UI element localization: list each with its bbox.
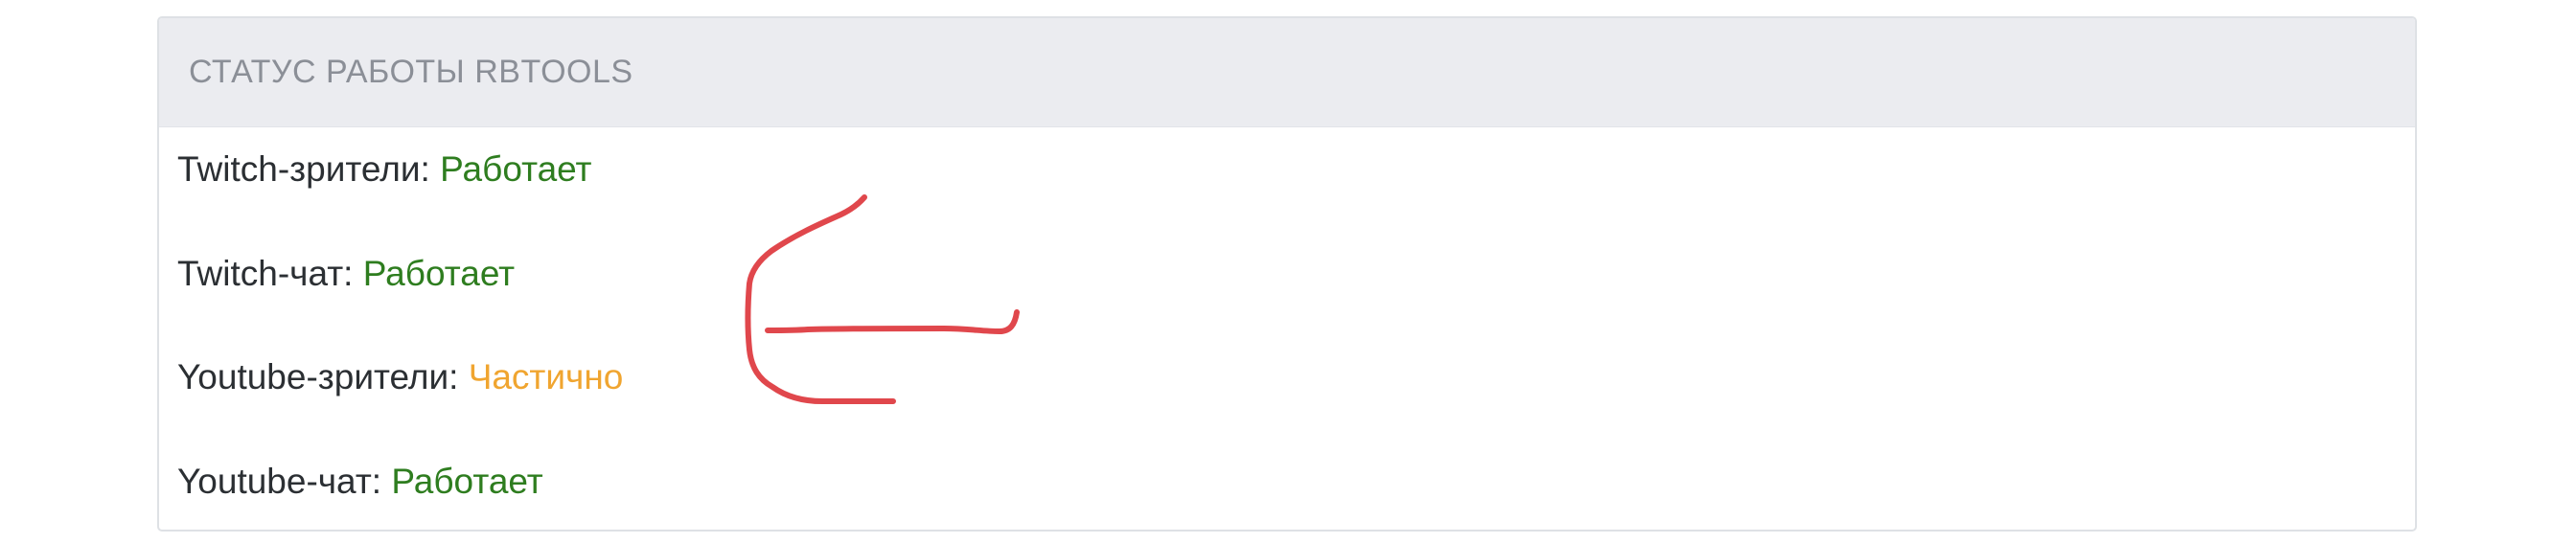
status-value: Работает bbox=[440, 149, 592, 189]
status-separator: : bbox=[343, 254, 354, 293]
status-separator: : bbox=[420, 149, 430, 189]
status-value: Работает bbox=[362, 254, 516, 293]
status-separator: : bbox=[371, 462, 382, 501]
status-label: Twitch-чат bbox=[177, 254, 344, 293]
status-label: Youtube-чат bbox=[177, 462, 372, 501]
status-label: Twitch-зрители bbox=[177, 149, 421, 189]
status-row-youtube-chat: Youtube-чат: Работает bbox=[177, 464, 543, 499]
status-value: Частично bbox=[468, 357, 624, 396]
status-label: Youtube-зрители bbox=[177, 357, 449, 396]
card-title: СТАТУС РАБОТЫ RBTOOLS bbox=[189, 54, 633, 90]
status-row-twitch-viewers: Twitch-зрители: Работает bbox=[177, 151, 591, 187]
status-row-youtube-viewers: Youtube-зрители: Частично bbox=[177, 359, 623, 395]
status-value: Работает bbox=[391, 462, 543, 501]
card-header: СТАТУС РАБОТЫ RBTOOLS bbox=[159, 18, 2415, 127]
status-separator: : bbox=[448, 357, 459, 396]
status-row-twitch-chat: Twitch-чат: Работает bbox=[177, 256, 515, 291]
